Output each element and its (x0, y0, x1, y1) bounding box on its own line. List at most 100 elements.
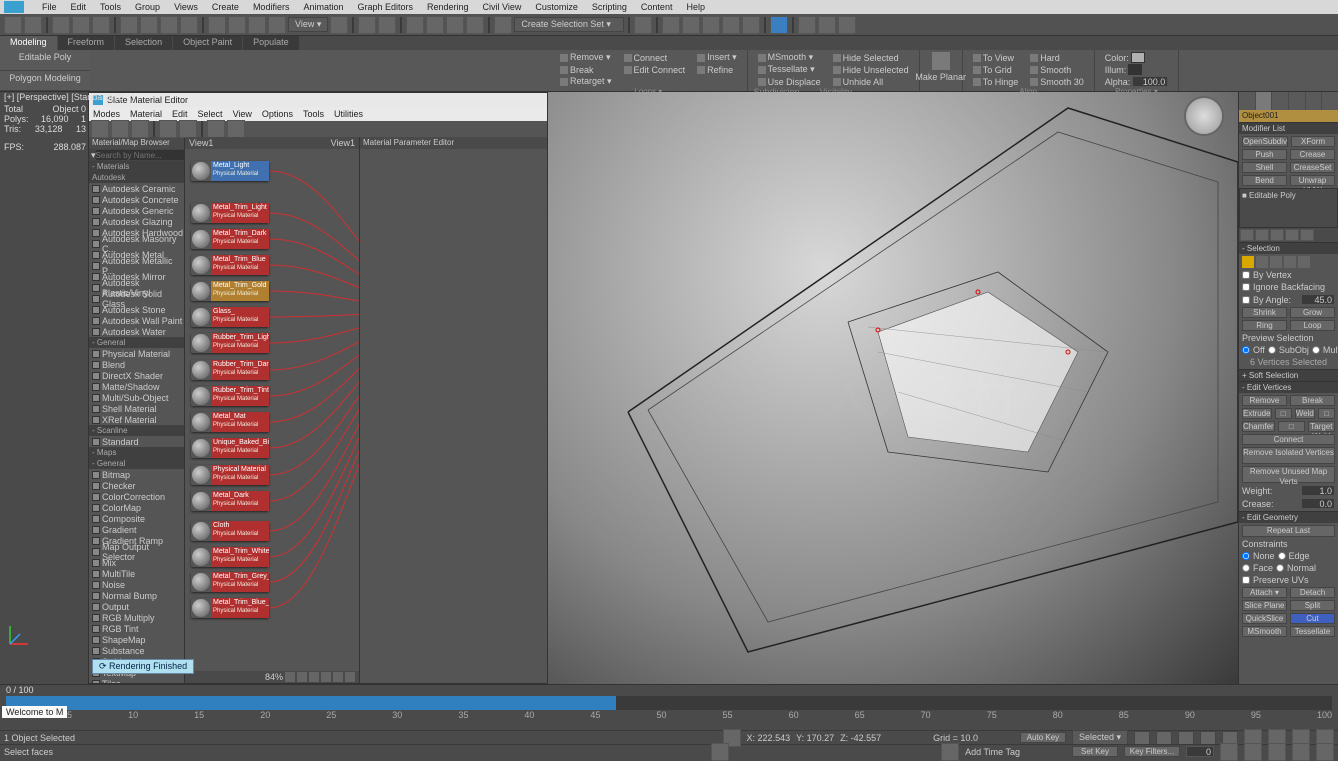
material-node[interactable]: Metal_Trim_Grey_P...Physical Material (191, 572, 269, 592)
mat-menu-options[interactable]: Options (262, 109, 293, 119)
material-list-item[interactable]: Checker (89, 480, 184, 491)
material-node[interactable]: Rubber_Trim_TintPhysical Material (191, 386, 269, 406)
bind-button[interactable] (92, 16, 110, 34)
snap-button[interactable] (406, 16, 424, 34)
modifier-quick-button[interactable]: Crease (1290, 149, 1335, 160)
move-button[interactable] (208, 16, 226, 34)
scale-button[interactable] (248, 16, 266, 34)
material-node[interactable]: Metal_Trim_Blue_P...Physical Material (191, 598, 269, 618)
zoom-in-icon[interactable] (297, 672, 307, 682)
material-list-item[interactable]: RGB Multiply (89, 612, 184, 623)
layer-button[interactable] (682, 16, 700, 34)
material-node[interactable]: Metal_Trim_BluePhysical Material (191, 255, 269, 275)
perspective-viewport[interactable]: 人人素材 (548, 92, 1238, 684)
menu-file[interactable]: File (42, 2, 57, 12)
play-icon[interactable] (1178, 731, 1194, 745)
mat-menu-view[interactable]: View (233, 109, 252, 119)
viewcube[interactable] (1184, 96, 1224, 136)
frame-input[interactable]: 0 (1186, 746, 1214, 757)
modifier-quick-button[interactable]: Bend (1242, 175, 1287, 186)
msmooth-button[interactable]: MSmooth ▾ (754, 52, 825, 63)
edit-connect-button[interactable]: Edit Connect (620, 64, 690, 75)
menu-civil-view[interactable]: Civil View (483, 2, 522, 12)
material-list-item[interactable]: ColorCorrection (89, 491, 184, 502)
material-list-item[interactable]: Composite (89, 513, 184, 524)
zoom-extents-icon[interactable] (309, 672, 319, 682)
repeat-last-button[interactable]: Repeat Last (1242, 525, 1335, 537)
retarget-button[interactable]: Retarget ▾ (556, 76, 616, 87)
align-button[interactable] (662, 16, 680, 34)
weight-spinner[interactable]: 1.0 (1301, 485, 1335, 496)
placement-button[interactable] (268, 16, 286, 34)
material-list-item[interactable]: Autodesk Ceramic (89, 183, 184, 194)
max-viewport-icon[interactable] (1268, 743, 1286, 761)
ribbon-tab-object-paint[interactable]: Object Paint (173, 36, 242, 50)
menu-views[interactable]: Views (174, 2, 198, 12)
add-time-icon[interactable] (711, 743, 729, 761)
zoom-out-icon[interactable] (285, 672, 295, 682)
constraint-face-radio[interactable]: Face (1242, 563, 1273, 573)
to-grid-button[interactable]: To Grid (969, 64, 1023, 75)
constraint-normal-radio[interactable]: Normal (1276, 563, 1316, 573)
render-button[interactable] (838, 16, 856, 34)
menu-content[interactable]: Content (641, 2, 673, 12)
by-vertex-check[interactable]: By Vertex (1242, 270, 1335, 280)
modifier-quick-button[interactable]: Push (1242, 149, 1287, 160)
crease-spinner[interactable]: 0.0 (1301, 498, 1335, 509)
ribbon-tab-selection[interactable]: Selection (115, 36, 172, 50)
mirror-button[interactable] (634, 16, 652, 34)
rotate-button[interactable] (228, 16, 246, 34)
display-tab-icon[interactable] (1306, 92, 1322, 110)
goto-start-icon[interactable] (1134, 731, 1150, 745)
msmooth-geom-button[interactable]: MSmooth (1242, 626, 1287, 637)
loop-button[interactable]: Loop (1290, 320, 1335, 331)
unique-icon[interactable] (1270, 229, 1284, 241)
chamfer-button[interactable]: Chamfer (1242, 421, 1275, 432)
make-planar-button[interactable]: Make Planar (926, 52, 956, 84)
ref-coord-dropdown[interactable]: View ▾ (288, 17, 328, 32)
break-button[interactable]: Break (556, 64, 616, 75)
extrude-settings-icon[interactable]: □ (1275, 408, 1292, 419)
material-node-view[interactable]: View1View1 Metal_LightPhysical MaterialM… (185, 137, 359, 683)
material-list-item[interactable]: Blend (89, 359, 184, 370)
ignore-backfacing-check[interactable]: Ignore Backfacing (1242, 282, 1335, 292)
mat-layout-button[interactable] (159, 120, 177, 138)
target-weld-button[interactable]: Target Weld (1308, 421, 1335, 432)
modifier-quick-button[interactable]: XForm (1291, 136, 1335, 147)
edit-geom-head[interactable]: - Edit Geometry (1239, 511, 1338, 523)
attach-button[interactable]: Attach ▾ (1242, 587, 1287, 598)
material-node[interactable]: Physical MaterialPhysical Material (191, 465, 269, 485)
category-head[interactable]: - Materials (89, 161, 184, 172)
object-name-field[interactable]: Object001 (1239, 110, 1338, 122)
preview-subobj-radio[interactable]: SubObj (1268, 345, 1309, 355)
select-name-button[interactable] (140, 16, 158, 34)
curve-editor-button[interactable] (722, 16, 740, 34)
modify-tab-icon[interactable] (1256, 92, 1272, 110)
menu-rendering[interactable]: Rendering (427, 2, 469, 12)
material-list-item[interactable]: Noise (89, 579, 184, 590)
remove-mod-icon[interactable] (1285, 229, 1299, 241)
schematic-button[interactable] (742, 16, 760, 34)
rendered-frame-button[interactable] (818, 16, 836, 34)
mat-menu-select[interactable]: Select (198, 109, 223, 119)
material-list-item[interactable]: Autodesk Wall Paint (89, 315, 184, 326)
material-list-item[interactable]: Autodesk Glazing (89, 216, 184, 227)
prev-frame-icon[interactable] (1156, 731, 1172, 745)
edit-named-sel-button[interactable] (494, 16, 512, 34)
spinner-snap-button[interactable] (466, 16, 484, 34)
mat-show-button[interactable] (179, 120, 197, 138)
selection-rollout-head[interactable]: - Selection (1239, 242, 1338, 254)
to-view-button[interactable]: To View (969, 52, 1023, 63)
material-list-item[interactable]: Autodesk Concrete (89, 194, 184, 205)
material-list-item[interactable]: Normal Bump (89, 590, 184, 601)
redo-button[interactable] (24, 16, 42, 34)
insert-button[interactable]: Insert ▾ (693, 52, 741, 63)
hierarchy-tab-icon[interactable] (1272, 92, 1288, 110)
material-node[interactable]: Metal_Trim_GoldPhysical Material (191, 281, 269, 301)
material-list-item[interactable]: XRef Material (89, 414, 184, 425)
orbit-icon[interactable] (1244, 743, 1262, 761)
menu-customize[interactable]: Customize (535, 2, 578, 12)
break-vert-button[interactable]: Break (1290, 395, 1335, 406)
named-sel-set-dropdown[interactable]: Create Selection Set ▾ (514, 17, 624, 32)
menu-edit[interactable]: Edit (71, 2, 87, 12)
